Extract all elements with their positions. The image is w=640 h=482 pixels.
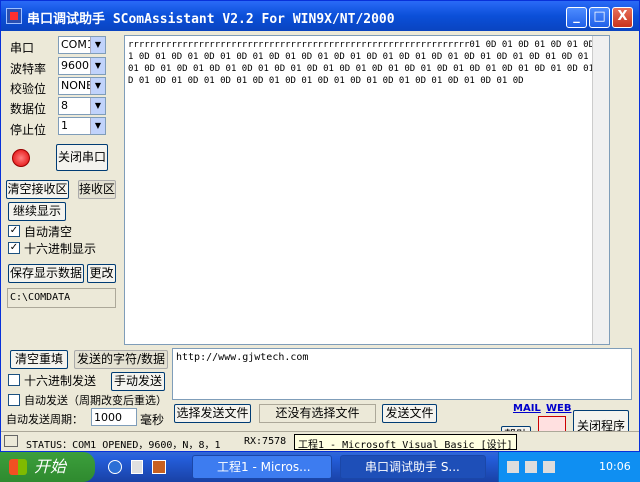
quicklaunch-icon[interactable]: [152, 460, 166, 474]
send-file-button[interactable]: 发送文件: [382, 404, 437, 423]
port-label: 串口: [10, 41, 35, 55]
taskbar-item-serial[interactable]: 串口调试助手 S...: [340, 455, 486, 479]
save-path-field[interactable]: C:\COMDATA: [7, 288, 116, 308]
taskbar-item-vb[interactable]: 工程1 - Micros...: [192, 455, 332, 479]
tray-icon[interactable]: [543, 461, 555, 473]
file-status: 还没有选择文件: [259, 404, 376, 423]
rx-count: RX:7578: [244, 436, 287, 447]
system-tray: 10:06: [498, 452, 640, 482]
databits-label: 数据位: [10, 102, 47, 116]
send-text: http://www.gjwtech.com: [176, 352, 309, 363]
mail-link[interactable]: MAIL: [513, 403, 541, 414]
main-window: 串口调试助手 SComAssistant V2.2 For WIN9X/NT/2…: [0, 0, 640, 452]
status-icon: [4, 435, 18, 447]
receive-scrollbar[interactable]: [592, 36, 609, 344]
status-bar: STATUS：COM1 OPENED，9600，N，8，1 RX:7578 工程…: [1, 431, 639, 451]
port-status-led-icon: [12, 149, 30, 167]
period-unit: 毫秒: [140, 413, 165, 427]
baud-select[interactable]: 9600 ▼: [58, 57, 106, 75]
receive-area-label: 接收区: [78, 180, 116, 199]
ie-icon[interactable]: [108, 460, 122, 474]
hex-display-checkbox[interactable]: ✓: [8, 242, 20, 254]
baud-label: 波特率: [10, 62, 47, 76]
maximize-button[interactable]: □: [589, 7, 610, 28]
continue-display-button[interactable]: 继续显示: [8, 202, 66, 221]
hex-send-label: 十六进制发送: [24, 374, 97, 388]
title-bar[interactable]: 串口调试助手 SComAssistant V2.2 For WIN9X/NT/2…: [1, 1, 639, 31]
change-path-button[interactable]: 更改: [87, 264, 116, 283]
auto-clear-checkbox[interactable]: ✓: [8, 225, 20, 237]
auto-clear-label: 自动清空: [24, 225, 73, 239]
minimize-button[interactable]: _: [566, 7, 587, 28]
parity-select[interactable]: NONE ▼: [58, 77, 106, 95]
close-port-button[interactable]: 关闭串口: [56, 144, 108, 171]
chevron-down-icon[interactable]: ▼: [90, 118, 105, 134]
chevron-down-icon[interactable]: ▼: [90, 58, 105, 74]
start-button[interactable]: 开始: [0, 452, 95, 482]
web-link[interactable]: WEB: [546, 403, 571, 414]
auto-send-label: 自动发送（周期改变后重选）: [24, 394, 167, 407]
receive-content: rrrrrrrrrrrrrrrrrrrrrrrrrrrrrrrrrrrrrrrr…: [128, 40, 605, 86]
period-label: 自动发送周期：: [6, 413, 83, 426]
status-text: STATUS：COM1 OPENED，9600，N，8，1: [26, 440, 221, 451]
chevron-down-icon[interactable]: ▼: [90, 37, 105, 53]
chevron-down-icon[interactable]: ▼: [90, 78, 105, 94]
receive-textarea[interactable]: rrrrrrrrrrrrrrrrrrrrrrrrrrrrrrrrrrrrrrrr…: [124, 35, 610, 345]
period-input[interactable]: 1000: [91, 408, 137, 426]
taskbar: 开始 工程1 - Micros... 串口调试助手 S... 10:06: [0, 452, 640, 482]
save-data-button[interactable]: 保存显示数据: [8, 264, 84, 283]
parity-label: 校验位: [10, 82, 47, 96]
tray-icon[interactable]: [525, 461, 537, 473]
tooltip: 工程1 - Microsoft Visual Basic [设计]: [294, 434, 517, 451]
chevron-down-icon[interactable]: ▼: [90, 98, 105, 114]
stopbits-label: 停止位: [10, 123, 47, 137]
send-textarea[interactable]: http://www.gjwtech.com: [172, 348, 632, 400]
sent-chars-label: 发送的字符/数据: [74, 350, 168, 369]
close-button[interactable]: X: [612, 7, 633, 28]
auto-send-checkbox[interactable]: [8, 394, 20, 406]
manual-send-button[interactable]: 手动发送: [111, 372, 165, 391]
hex-display-label: 十六进制显示: [24, 242, 97, 256]
windows-logo-icon: [9, 459, 27, 475]
clear-receive-button[interactable]: 清空接收区: [6, 180, 69, 199]
window-title: 串口调试助手 SComAssistant V2.2 For WIN9X/NT/2…: [27, 12, 395, 27]
clear-resend-button[interactable]: 清空重填: [10, 350, 68, 369]
hex-send-checkbox[interactable]: [8, 374, 20, 386]
port-select[interactable]: COM1 ▼: [58, 36, 106, 54]
app-icon: [6, 8, 22, 24]
choose-file-button[interactable]: 选择发送文件: [174, 404, 251, 423]
clock: 10:06: [599, 460, 631, 473]
databits-select[interactable]: 8 ▼: [58, 97, 106, 115]
stopbits-select[interactable]: 1 ▼: [58, 117, 106, 135]
quicklaunch-icon[interactable]: [131, 460, 143, 474]
tray-icon[interactable]: [507, 461, 519, 473]
